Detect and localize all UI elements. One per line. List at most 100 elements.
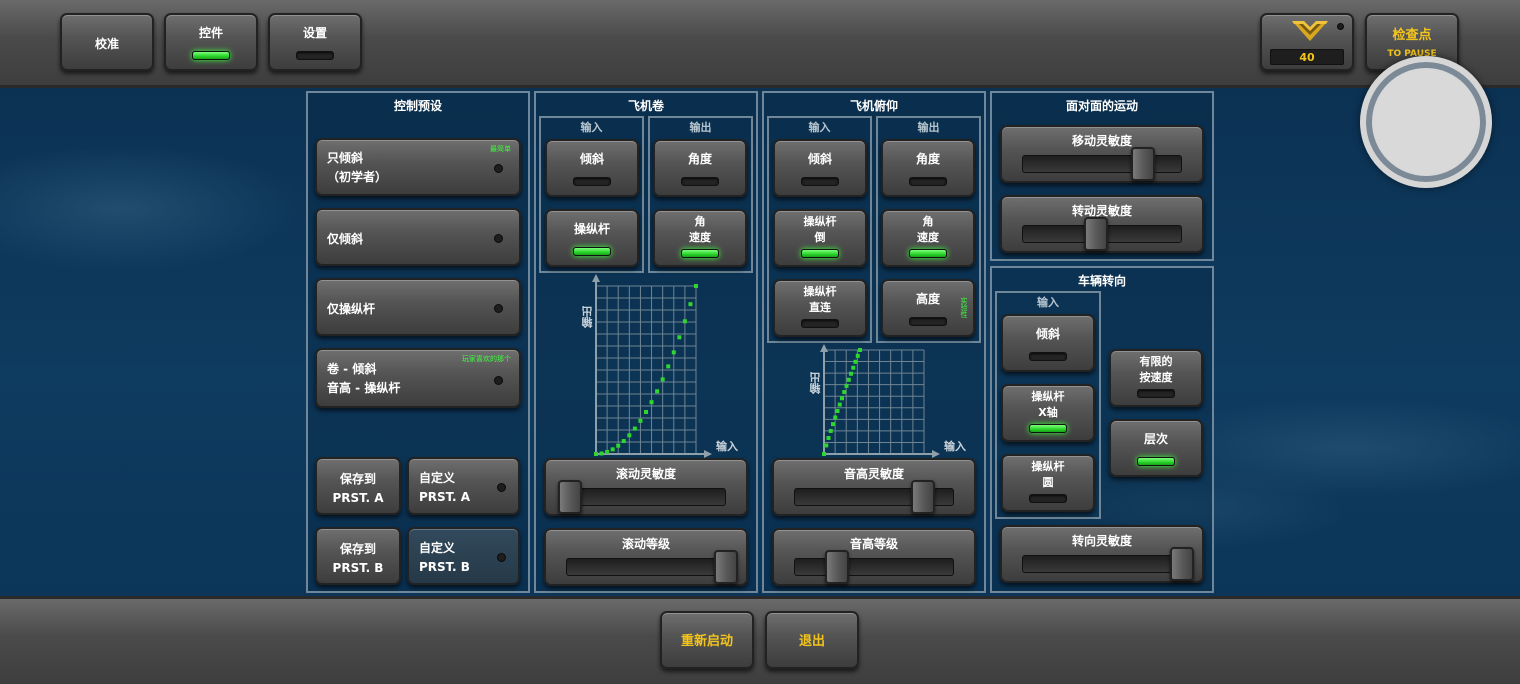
custom-b-line1: 自定义 bbox=[419, 541, 456, 555]
tab-controls-led bbox=[192, 51, 230, 60]
checkpoint-title: 检查点 bbox=[1392, 28, 1432, 43]
preset-tilt-beginner[interactable]: 只倾斜 （初学者） 最简单 bbox=[315, 138, 521, 196]
roll-level-knob[interactable] bbox=[714, 550, 738, 584]
pause-touch-circle-inner bbox=[1374, 70, 1478, 174]
save-b-line2: PRST. B bbox=[332, 561, 384, 575]
pitch-curve-point bbox=[840, 396, 844, 401]
roll-graph-y-label: 输出 bbox=[581, 306, 594, 328]
pitch-curve-point bbox=[858, 348, 862, 352]
steering-joystick-x-line2: X轴 bbox=[1038, 406, 1058, 419]
roll-input-tilt[interactable]: 倾斜 bbox=[545, 139, 639, 197]
roll-y-axis-arrow bbox=[592, 274, 600, 282]
roll-curve-point bbox=[666, 364, 671, 369]
roll-angular-speed-line2: 速度 bbox=[689, 231, 711, 244]
roll-curve-point bbox=[610, 447, 615, 452]
steering-sensitivity-knob[interactable] bbox=[1170, 547, 1194, 581]
tab-controls[interactable]: 控件 bbox=[164, 13, 258, 71]
control-presets-title: 控制预设 bbox=[393, 99, 442, 113]
steering-sensitivity-track[interactable] bbox=[1022, 555, 1182, 573]
steering-input-tilt[interactable]: 倾斜 bbox=[1001, 314, 1095, 372]
roll-input-joystick[interactable]: 操纵杆 bbox=[545, 209, 639, 267]
tab-settings[interactable]: 设置 bbox=[268, 13, 362, 71]
roll-x-axis-arrow bbox=[704, 450, 712, 458]
roll-curve-point bbox=[682, 319, 687, 324]
save-b-line1: 保存到 bbox=[339, 542, 376, 556]
preset-tilt-only[interactable]: 仅倾斜 bbox=[315, 208, 521, 266]
pitch-angular-speed-line1: 角 bbox=[922, 215, 934, 228]
move-sensitivity-slider[interactable]: 移动灵敏度 bbox=[1000, 125, 1204, 183]
restart-button[interactable]: 重新启动 bbox=[660, 611, 754, 669]
preset-joystick-only[interactable]: 仅操纵杆 bbox=[315, 278, 521, 336]
save-a-line2: PRST. A bbox=[332, 491, 384, 505]
rank-badge[interactable]: 40 bbox=[1260, 13, 1354, 71]
steering-input-label: 输入 bbox=[1037, 296, 1059, 309]
pitch-level-slider[interactable]: 音高等级 bbox=[772, 528, 976, 586]
roll-curve-point bbox=[644, 410, 648, 414]
pitch-output-angular-speed[interactable]: 角 速度 bbox=[881, 209, 975, 267]
wings-emblem-icon bbox=[1290, 19, 1330, 48]
pitch-level-label: 音高等级 bbox=[849, 537, 898, 551]
roll-curve-point bbox=[594, 452, 598, 456]
roll-level-track[interactable] bbox=[566, 558, 726, 576]
tab-calibrate[interactable]: 校准 bbox=[60, 13, 154, 71]
turn-sensitivity-slider[interactable]: 转动灵敏度 bbox=[1000, 195, 1204, 253]
preset-roll-tilt-tag: 玩家喜欢的那个 bbox=[462, 355, 511, 363]
pitch-input-label: 输入 bbox=[808, 121, 831, 134]
save-to-preset-b-button[interactable]: 保存到 PRST. B bbox=[315, 527, 401, 585]
pitch-angular-speed-line2: 速度 bbox=[917, 231, 939, 244]
pitch-x-axis-arrow bbox=[932, 450, 940, 458]
steering-sensitivity-slider[interactable]: 转向灵敏度 bbox=[1000, 525, 1204, 583]
move-sensitivity-knob[interactable] bbox=[1131, 147, 1155, 181]
preset-roll-tilt-pitch-joystick[interactable]: 卷 - 倾斜 音高 - 操纵杆 玩家喜欢的那个 bbox=[315, 348, 521, 408]
pitch-joystick-direct-line1: 操纵杆 bbox=[803, 285, 837, 298]
preset-tilt-beginner-dot bbox=[494, 164, 503, 173]
roll-input-tilt-label: 倾斜 bbox=[579, 152, 604, 166]
pitch-sensitivity-knob[interactable] bbox=[910, 480, 935, 514]
pitch-input-joystick-inverted[interactable]: 操纵杆 倒 bbox=[773, 209, 867, 267]
pitch-output-altitude-led bbox=[909, 317, 947, 326]
roll-curve-point bbox=[621, 439, 626, 444]
pitch-curve-point bbox=[853, 359, 858, 364]
roll-response-svg bbox=[592, 274, 712, 458]
steering-input-joystick-circle[interactable]: 操纵杆 圆 bbox=[1001, 454, 1095, 512]
preset-tilt-only-dot bbox=[494, 234, 503, 243]
pitch-output-altitude[interactable]: 高度 实验性 bbox=[881, 279, 975, 337]
tab-controls-label: 控件 bbox=[198, 26, 223, 40]
exit-button[interactable]: 退出 bbox=[765, 611, 859, 669]
roll-output-angular-speed[interactable]: 角 速度 bbox=[653, 209, 747, 267]
face-to-face-title: 面对面的运动 bbox=[1065, 99, 1138, 113]
steering-level-led bbox=[1137, 457, 1175, 466]
roll-sensitivity-knob[interactable] bbox=[558, 480, 582, 514]
pitch-curve-point bbox=[844, 383, 849, 388]
pitch-output-angle[interactable]: 角度 bbox=[881, 139, 975, 197]
roll-input-joystick-led bbox=[573, 247, 611, 256]
turn-sensitivity-knob[interactable] bbox=[1084, 217, 1109, 251]
steering-limited-line2: 按速度 bbox=[1139, 371, 1173, 384]
pause-touch-circle[interactable] bbox=[1360, 56, 1492, 188]
move-sensitivity-track[interactable] bbox=[1022, 155, 1182, 173]
steering-input-joystick-x[interactable]: 操纵杆 X轴 bbox=[1001, 384, 1095, 442]
roll-input-label: 输入 bbox=[580, 121, 603, 134]
pitch-curve-point bbox=[828, 428, 833, 433]
roll-level-slider[interactable]: 滚动等级 bbox=[544, 528, 748, 586]
pitch-input-tilt-led bbox=[801, 177, 839, 186]
pitch-level-knob[interactable] bbox=[825, 550, 849, 584]
pitch-sensitivity-slider[interactable]: 音高灵敏度 bbox=[772, 458, 976, 516]
pitch-level-track[interactable] bbox=[794, 558, 954, 576]
roll-curve-point bbox=[688, 302, 693, 307]
roll-sensitivity-slider[interactable]: 滚动灵敏度 bbox=[544, 458, 748, 516]
pitch-input-tilt[interactable]: 倾斜 bbox=[773, 139, 867, 197]
steering-limited-by-speed[interactable]: 有限的 按速度 bbox=[1109, 349, 1203, 407]
steering-level[interactable]: 层次 bbox=[1109, 419, 1203, 477]
pitch-curve-point bbox=[842, 390, 847, 395]
preset-roll-tilt-dot bbox=[494, 376, 503, 385]
custom-preset-a-button[interactable]: 自定义 PRST. A bbox=[407, 457, 520, 515]
roll-sensitivity-track[interactable] bbox=[566, 488, 726, 506]
roll-output-angle[interactable]: 角度 bbox=[653, 139, 747, 197]
pitch-sensitivity-label: 音高灵敏度 bbox=[843, 467, 904, 481]
save-to-preset-a-button[interactable]: 保存到 PRST. A bbox=[315, 457, 401, 515]
steering-limited-line1: 有限的 bbox=[1139, 355, 1173, 368]
custom-preset-b-button[interactable]: 自定义 PRST. B bbox=[407, 527, 520, 585]
pitch-input-joystick-direct[interactable]: 操纵杆 直连 bbox=[773, 279, 867, 337]
pitch-joystick-inv-line2: 倒 bbox=[814, 231, 826, 244]
